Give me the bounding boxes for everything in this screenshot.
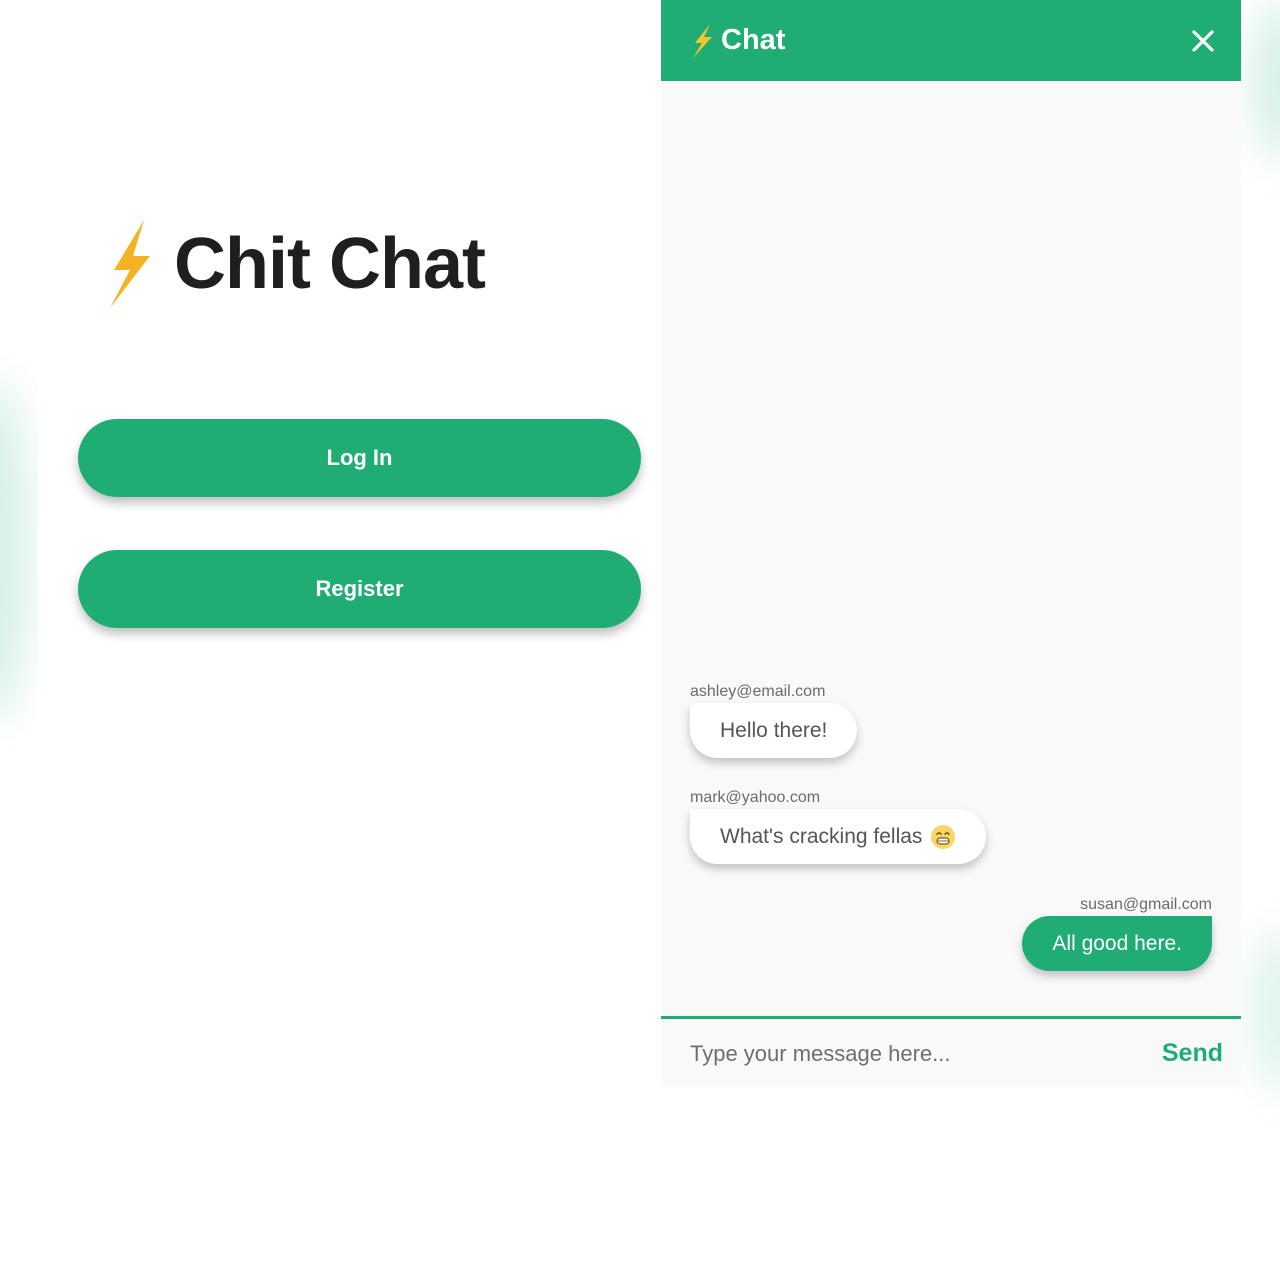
edge-glow: [1250, 930, 1280, 1090]
edge-glow: [1250, 0, 1280, 160]
message-composer: Send: [661, 1016, 1241, 1087]
lightning-bolt-icon: [110, 220, 150, 308]
message-bubble: What's cracking fellas: [690, 809, 987, 864]
message-bubble: All good here.: [1022, 916, 1212, 971]
message-sender: ashley@email.com: [690, 683, 826, 700]
edge-glow: [0, 380, 30, 720]
message-text: What's cracking fellas: [720, 824, 923, 848]
message-item: mark@yahoo.com What's cracking fellas: [690, 789, 987, 864]
message-item: ashley@email.com Hello there!: [690, 683, 858, 758]
message-bubble: Hello there!: [690, 703, 858, 758]
message-text: All good here.: [1052, 931, 1182, 955]
message-sender: mark@yahoo.com: [690, 789, 821, 806]
brand-logo: Chit Chat: [100, 218, 486, 310]
message-item: susan@gmail.com All good here.: [1022, 896, 1212, 971]
send-button[interactable]: Send: [1162, 1039, 1223, 1068]
login-button[interactable]: Log In: [78, 419, 641, 497]
chat-screen: Chat ashley@email.com Hello there! mark@…: [661, 0, 1241, 1087]
lightning-bolt-icon: [693, 23, 712, 58]
welcome-screen: Chit Chat Log In Register: [38, 0, 660, 1280]
message-sender: susan@gmail.com: [1080, 896, 1212, 913]
close-button[interactable]: [1187, 25, 1219, 57]
chat-title: Chat: [721, 24, 786, 56]
grinning-face-icon: [931, 824, 956, 849]
register-button[interactable]: Register: [78, 550, 641, 628]
close-icon: [1192, 30, 1214, 52]
message-text: Hello there!: [720, 718, 828, 742]
chat-header: Chat: [661, 0, 1241, 81]
message-input[interactable]: [690, 1035, 1120, 1073]
app-title: Chit Chat: [174, 224, 486, 304]
